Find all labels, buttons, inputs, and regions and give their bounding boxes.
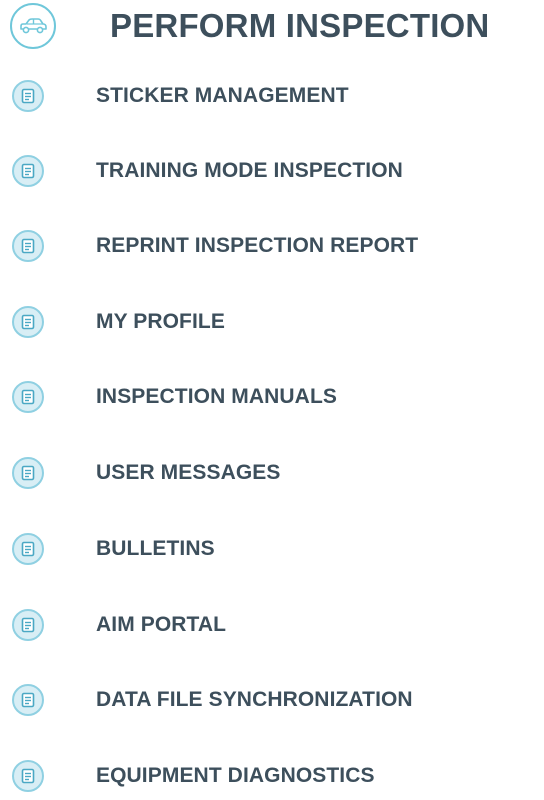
menu-item-training-mode-inspection[interactable]: TRAINING MODE INSPECTION [12, 147, 532, 195]
document-icon [12, 533, 44, 565]
menu-item-my-profile[interactable]: MY PROFILE [12, 298, 532, 346]
menu-item-reprint-inspection-report[interactable]: REPRINT INSPECTION REPORT [12, 222, 532, 270]
document-icon [12, 609, 44, 641]
document-icon [12, 230, 44, 262]
menu-item-label: REPRINT INSPECTION REPORT [96, 234, 419, 257]
document-icon [12, 80, 44, 112]
document-icon [12, 684, 44, 716]
menu-item-data-file-synchronization[interactable]: DATA FILE SYNCHRONIZATION [12, 676, 532, 724]
menu-item-label: DATA FILE SYNCHRONIZATION [96, 688, 413, 711]
document-icon [12, 760, 44, 792]
menu-item-inspection-manuals[interactable]: INSPECTION MANUALS [12, 373, 532, 421]
menu-item-label: AIM PORTAL [96, 613, 227, 636]
main-menu: PERFORM INSPECTION STICKER MANAGEMENT TR… [0, 0, 544, 793]
document-icon [12, 457, 44, 489]
car-icon [10, 3, 56, 49]
document-icon [12, 155, 44, 187]
menu-item-label: USER MESSAGES [96, 461, 281, 484]
menu-item-label: STICKER MANAGEMENT [96, 84, 349, 107]
menu-item-label: MY PROFILE [96, 310, 225, 333]
perform-inspection-button[interactable]: PERFORM INSPECTION [10, 0, 540, 52]
header-title: PERFORM INSPECTION [110, 7, 490, 44]
menu-item-user-messages[interactable]: USER MESSAGES [12, 449, 532, 497]
menu-item-label: BULLETINS [96, 537, 215, 560]
document-icon [12, 306, 44, 338]
document-icon [12, 381, 44, 413]
menu-item-aim-portal[interactable]: AIM PORTAL [12, 601, 532, 649]
menu-item-label: EQUIPMENT DIAGNOSTICS [96, 764, 375, 787]
menu-item-sticker-management[interactable]: STICKER MANAGEMENT [12, 72, 532, 120]
menu-item-bulletins[interactable]: BULLETINS [12, 525, 532, 573]
menu-item-label: TRAINING MODE INSPECTION [96, 159, 403, 182]
menu-item-label: INSPECTION MANUALS [96, 385, 337, 408]
